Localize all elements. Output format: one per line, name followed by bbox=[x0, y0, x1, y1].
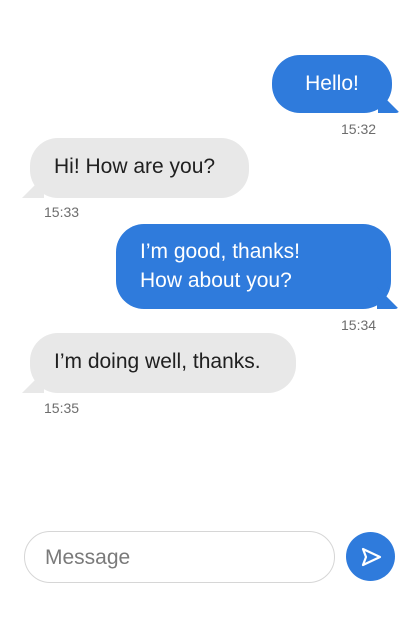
message-outgoing: Hello! bbox=[272, 55, 392, 113]
message-timestamp: 15:33 bbox=[44, 204, 80, 220]
message-timestamp: 15:32 bbox=[341, 121, 377, 137]
message-bubble: Hello! bbox=[272, 55, 392, 113]
message-thread: Hello! 15:32 Hi! How are you? 15:33 I’m … bbox=[0, 0, 417, 520]
message-bubble: Hi! How are you? bbox=[30, 138, 249, 198]
message-composer bbox=[24, 531, 335, 583]
message-bubble: I’m doing well, thanks. bbox=[30, 333, 296, 393]
message-bubble: I’m good, thanks! How about you? bbox=[116, 224, 391, 309]
message-timestamp: 15:34 bbox=[341, 317, 377, 333]
message-timestamp: 15:35 bbox=[44, 400, 80, 416]
message-outgoing: I’m good, thanks! How about you? bbox=[116, 224, 391, 309]
send-icon bbox=[361, 547, 381, 566]
send-button[interactable] bbox=[346, 532, 395, 581]
message-incoming: I’m doing well, thanks. bbox=[30, 333, 296, 393]
message-input[interactable] bbox=[43, 532, 327, 583]
message-incoming: Hi! How are you? bbox=[30, 138, 249, 198]
